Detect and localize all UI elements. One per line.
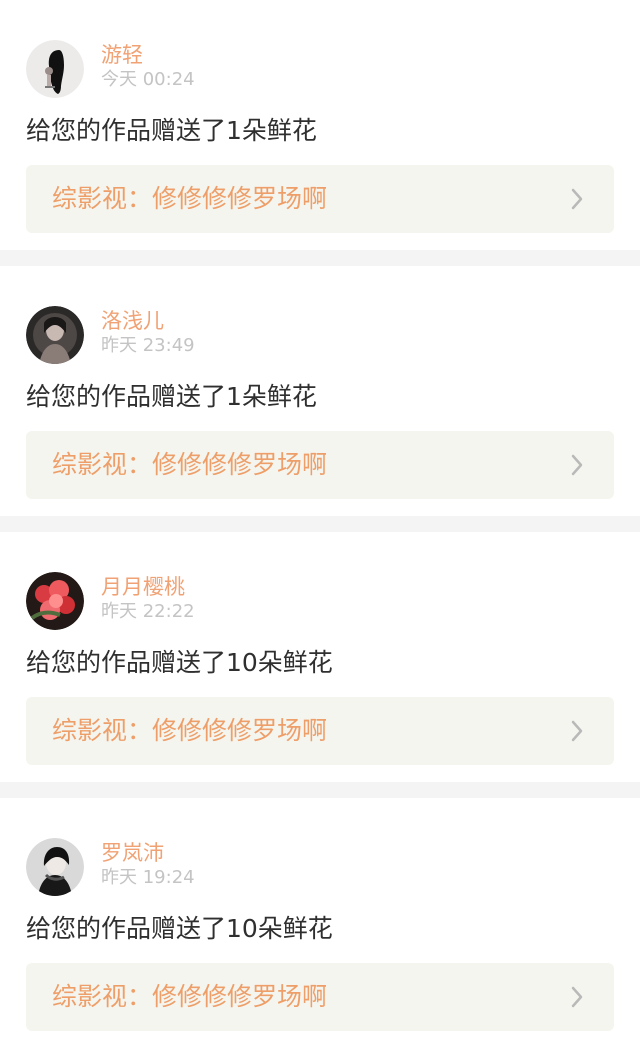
timestamp: 昨天 23:49 (101, 335, 195, 356)
notification-card: 洛浅儿 昨天 23:49 给您的作品赠送了1朵鲜花 综影视：修修修修罗场啊 (0, 266, 640, 516)
work-title: 综影视：修修修修罗场啊 (52, 450, 328, 479)
work-title: 综影视：修修修修罗场啊 (52, 184, 328, 213)
gift-message: 给您的作品赠送了10朵鲜花 (26, 914, 333, 943)
work-title: 综影视：修修修修罗场啊 (52, 716, 328, 745)
section-separator (0, 782, 640, 798)
notification-card: 月月樱桃 昨天 22:22 给您的作品赠送了10朵鲜花 综影视：修修修修罗场啊 (0, 532, 640, 782)
work-link[interactable]: 综影视：修修修修罗场啊 (26, 165, 614, 233)
section-separator (0, 516, 640, 532)
chevron-right-icon (563, 451, 591, 479)
work-link[interactable]: 综影视：修修修修罗场啊 (26, 963, 614, 1031)
username[interactable]: 罗岚沛 (101, 840, 164, 866)
avatar-image (26, 838, 84, 896)
work-title: 综影视：修修修修罗场啊 (52, 982, 328, 1011)
username[interactable]: 月月樱桃 (101, 574, 185, 600)
notification-card: 罗岚沛 昨天 19:24 给您的作品赠送了10朵鲜花 综影视：修修修修罗场啊 (0, 798, 640, 1048)
gift-notification-feed: 游轻 今天 00:24 给您的作品赠送了1朵鲜花 综影视：修修修修罗场啊 洛浅儿… (0, 0, 640, 1048)
avatar-girl-black-white-icon[interactable] (26, 838, 84, 896)
avatar-dark-portrait-icon[interactable] (26, 306, 84, 364)
gift-message: 给您的作品赠送了10朵鲜花 (26, 648, 333, 677)
avatar-red-flowers-icon[interactable] (26, 572, 84, 630)
avatar-image (26, 572, 84, 630)
gift-message: 给您的作品赠送了1朵鲜花 (26, 382, 317, 411)
gift-message: 给您的作品赠送了1朵鲜花 (26, 116, 317, 145)
avatar-image (26, 306, 84, 364)
chevron-right-icon (563, 185, 591, 213)
section-separator (0, 250, 640, 266)
work-link[interactable]: 综影视：修修修修罗场啊 (26, 431, 614, 499)
username[interactable]: 游轻 (101, 42, 143, 68)
timestamp: 昨天 19:24 (101, 867, 195, 888)
avatar-image (26, 40, 84, 98)
notification-card: 游轻 今天 00:24 给您的作品赠送了1朵鲜花 综影视：修修修修罗场啊 (0, 0, 640, 250)
username[interactable]: 洛浅儿 (101, 308, 164, 334)
timestamp: 昨天 22:22 (101, 601, 195, 622)
chevron-right-icon (563, 717, 591, 745)
avatar-girl-long-hair-icon[interactable] (26, 40, 84, 98)
work-link[interactable]: 综影视：修修修修罗场啊 (26, 697, 614, 765)
timestamp: 今天 00:24 (101, 69, 195, 90)
chevron-right-icon (563, 983, 591, 1011)
